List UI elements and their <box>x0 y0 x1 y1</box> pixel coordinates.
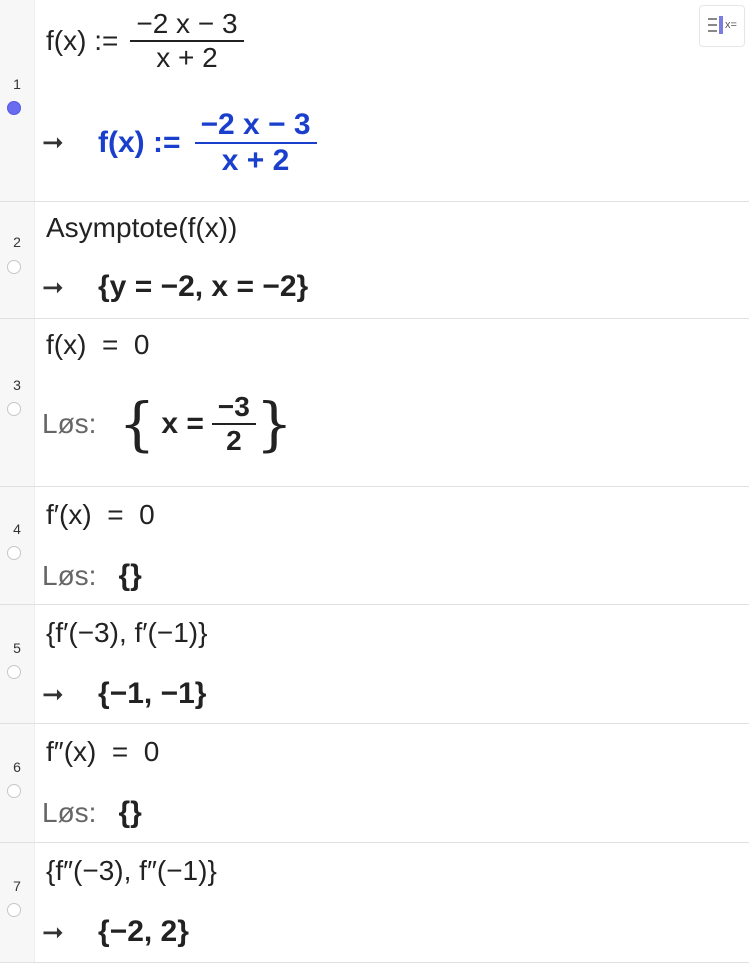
row-input[interactable]: {f′(−3), f′(−1)} <box>46 617 207 649</box>
visibility-toggle[interactable] <box>7 784 21 798</box>
algebra-view-icon-line <box>708 30 717 32</box>
fraction-denominator: 2 <box>226 425 242 456</box>
algebra-view-icon-line <box>708 24 717 26</box>
row-number: 3 <box>13 377 21 393</box>
solve-label: Løs: <box>42 560 97 591</box>
algebra-view-icon-bar <box>719 16 723 34</box>
solve-label: Løs: <box>42 408 97 439</box>
row-input[interactable]: f(x) := −2 x − 3 x + 2 <box>46 8 244 74</box>
output-fraction: −3 2 <box>211 391 256 457</box>
cas-row-6[interactable]: 6 f″(x) = 0 Løs: {} <box>0 724 749 843</box>
row-output: ➞ {y = −2, x = −2} <box>42 270 308 304</box>
algebra-view-toggle-button[interactable]: x= <box>699 5 745 47</box>
visibility-toggle[interactable] <box>7 260 21 274</box>
algebra-view-icon <box>708 18 717 20</box>
output-value: {−2, 2} <box>98 915 189 948</box>
fraction-numerator: −2 x − 3 <box>136 8 238 39</box>
row-number: 7 <box>13 878 21 894</box>
cas-view: 1 f(x) := −2 x − 3 x + 2 ➞ f(x) := −2 x … <box>0 0 749 964</box>
output-prefix: f(x) := <box>98 125 181 159</box>
output-value: {y = −2, x = −2} <box>98 270 309 303</box>
output-value: {−1, −1} <box>98 677 207 710</box>
visibility-toggle[interactable] <box>7 546 21 560</box>
cas-row-7[interactable]: 7 {f″(−3), f″(−1)} ➞ {−2, 2} <box>0 843 749 963</box>
fraction-numerator: −2 x − 3 <box>200 108 311 141</box>
row-input[interactable]: {f″(−3), f″(−1)} <box>46 855 217 887</box>
input-prefix: f(x) := <box>46 25 119 56</box>
row-output: Løs: {} <box>42 559 142 593</box>
visibility-toggle[interactable] <box>7 665 21 679</box>
row-output: ➞ {−2, 2} <box>42 915 189 949</box>
output-fraction: −2 x − 3 x + 2 <box>194 108 317 178</box>
result-arrow-icon: ➞ <box>42 127 64 158</box>
row-gutter <box>0 843 35 962</box>
row-gutter <box>0 605 35 723</box>
row-number: 1 <box>13 76 21 92</box>
visibility-toggle[interactable] <box>7 903 21 917</box>
left-brace: { <box>118 390 156 458</box>
cas-row-5[interactable]: 5 {f′(−3), f′(−1)} ➞ {−1, −1} <box>0 605 749 724</box>
right-brace: } <box>255 390 293 458</box>
row-number: 2 <box>13 234 21 250</box>
row-gutter <box>0 487 35 604</box>
output-lhs: x = <box>161 407 204 440</box>
visibility-toggle[interactable] <box>7 101 21 115</box>
row-gutter <box>0 0 35 201</box>
result-arrow-icon: ➞ <box>42 916 64 947</box>
cas-row-4[interactable]: 4 f′(x) = 0 Løs: {} <box>0 487 749 605</box>
row-input[interactable]: f(x) = 0 <box>46 329 149 361</box>
output-value: {} <box>118 559 142 592</box>
row-output: Løs: { x = −3 2 } <box>42 391 293 457</box>
row-output: ➞ {−1, −1} <box>42 677 206 711</box>
toggle-label: x= <box>725 19 737 31</box>
fraction-numerator: −3 <box>217 391 250 422</box>
row-input[interactable]: Asymptote(f(x)) <box>46 212 237 244</box>
row-output: ➞ f(x) := −2 x − 3 x + 2 <box>42 108 317 178</box>
output-value: {} <box>118 796 142 829</box>
row-number: 5 <box>13 640 21 656</box>
result-arrow-icon: ➞ <box>42 678 64 709</box>
solve-label: Løs: <box>42 797 97 828</box>
input-fraction: −2 x − 3 x + 2 <box>130 8 244 74</box>
visibility-toggle[interactable] <box>7 402 21 416</box>
row-number: 6 <box>13 759 21 775</box>
row-input[interactable]: f′(x) = 0 <box>46 499 155 531</box>
fraction-denominator: x + 2 <box>221 143 290 177</box>
cas-row-1[interactable]: 1 f(x) := −2 x − 3 x + 2 ➞ f(x) := −2 x … <box>0 0 749 202</box>
row-number: 4 <box>13 521 21 537</box>
row-output: Løs: {} <box>42 796 142 830</box>
cas-row-2[interactable]: 2 Asymptote(f(x)) ➞ {y = −2, x = −2} <box>0 202 749 319</box>
result-arrow-icon: ➞ <box>42 271 64 302</box>
row-input[interactable]: f″(x) = 0 <box>46 736 159 768</box>
cas-row-3[interactable]: 3 f(x) = 0 Løs: { x = −3 2 } <box>0 319 749 487</box>
row-gutter <box>0 724 35 842</box>
fraction-denominator: x + 2 <box>156 42 218 73</box>
